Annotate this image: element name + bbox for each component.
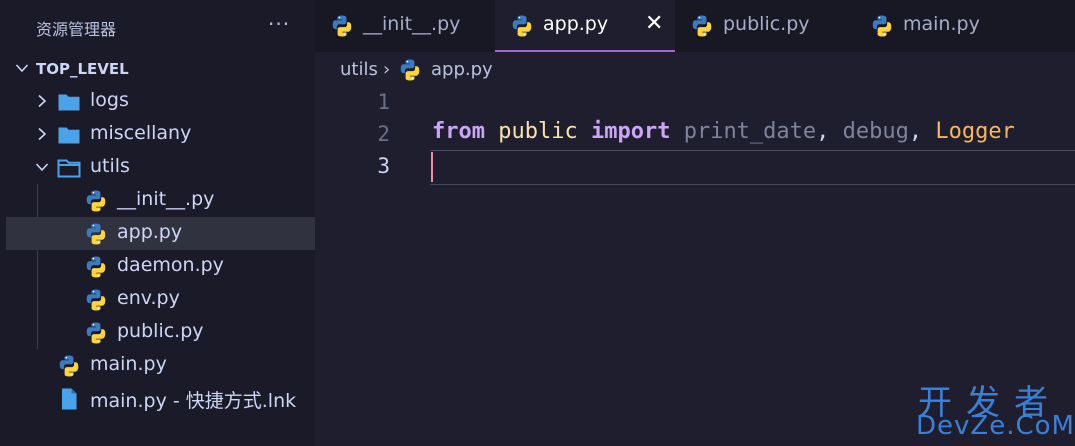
tab-label: public.py [723, 13, 810, 35]
watermark-en: DevZe.CoM [916, 411, 1075, 441]
tree-item-logs[interactable]: logs [6, 85, 315, 118]
code-punct: , [816, 119, 830, 144]
line-number: 1 [377, 90, 390, 114]
tree-item-label: main.py [90, 353, 167, 375]
tree-item-label: daemon.py [117, 254, 224, 276]
explorer-sidebar: 资源管理器 ··· TOP_LEVEL logs miscellany util… [0, 0, 315, 446]
breadcrumb-file[interactable]: app.py [431, 59, 493, 80]
python-file-icon [84, 222, 108, 246]
chevron-down-icon [14, 60, 30, 76]
tree-item-daemon-py[interactable]: daemon.py [6, 250, 315, 283]
code-keyword: import [590, 119, 671, 144]
line-number: 2 [377, 122, 390, 146]
code-line-2[interactable]: from public import print_date, debug, Lo… [432, 119, 1015, 144]
python-file-icon [690, 14, 714, 38]
tree-item-miscellany[interactable]: miscellany [6, 118, 315, 151]
tree-item-label: logs [90, 89, 129, 111]
tab-label: app.py [543, 13, 609, 35]
folder-icon [57, 123, 81, 147]
folder-open-icon [57, 156, 81, 180]
tree-item-env-py[interactable]: env.py [6, 283, 315, 316]
code-punct: , [908, 119, 923, 144]
breadcrumb-folder[interactable]: utils [340, 59, 378, 80]
editor-tab-bar: __init__.py app.py ✕ public.py main.py [315, 0, 1075, 52]
python-file-icon [398, 58, 422, 82]
code-identifier: print_date [683, 119, 817, 144]
python-file-icon [870, 14, 894, 38]
python-file-icon [330, 14, 354, 38]
python-file-icon [510, 14, 534, 38]
python-file-icon [84, 321, 108, 345]
tree-item-label: miscellany [90, 122, 192, 144]
chevron-right-icon: › [383, 59, 391, 80]
tab-init-py[interactable]: __init__.py [315, 0, 495, 52]
explorer-title: 资源管理器 [36, 20, 117, 39]
tree-item-label: utils [90, 155, 130, 177]
close-icon[interactable]: ✕ [645, 11, 663, 36]
code-module: public [498, 119, 578, 144]
file-icon [57, 387, 81, 411]
explorer-header: 资源管理器 ··· [0, 0, 315, 52]
code-class: Logger [935, 119, 1015, 144]
chevron-down-icon [34, 159, 50, 175]
tab-label: __init__.py [363, 13, 461, 35]
code-identifier: debug [842, 119, 909, 144]
code-keyword: from [432, 119, 485, 144]
tree-item-label: __init__.py [117, 188, 215, 210]
text-cursor [431, 152, 433, 182]
tab-main-py[interactable]: main.py [855, 0, 1035, 52]
line-number-current: 3 [377, 154, 390, 178]
tree-root-top-level[interactable]: TOP_LEVEL [6, 52, 315, 85]
python-file-icon [84, 189, 108, 213]
tree-item-utils[interactable]: utils [6, 151, 315, 184]
python-file-icon [57, 354, 81, 378]
folder-icon [57, 90, 81, 114]
current-line-highlight [430, 150, 1075, 185]
tree-item-label: app.py [117, 221, 183, 243]
tab-app-py[interactable]: app.py ✕ [495, 0, 675, 52]
python-file-icon [84, 288, 108, 312]
tree-root-label: TOP_LEVEL [36, 60, 129, 78]
tab-label: main.py [903, 13, 980, 35]
tree-item-label: env.py [117, 287, 180, 309]
more-icon[interactable]: ··· [268, 12, 290, 36]
chevron-right-icon [34, 126, 50, 142]
tree-item-main-py-shortcut[interactable]: main.py - 快捷方式.lnk [6, 382, 315, 415]
python-file-icon [84, 255, 108, 279]
tree-item-public-py[interactable]: public.py [6, 316, 315, 349]
tree-item-init-py[interactable]: __init__.py [6, 184, 315, 217]
tree-item-app-py[interactable]: app.py [6, 217, 315, 250]
chevron-right-icon [34, 93, 50, 109]
tab-public-py[interactable]: public.py [675, 0, 855, 52]
watermark: 开发者 DevZe.CoM [916, 375, 1074, 441]
tree-item-main-py[interactable]: main.py [6, 349, 315, 382]
tree-item-label: main.py - 快捷方式.lnk [90, 390, 297, 412]
tree-item-label: public.py [117, 320, 204, 342]
